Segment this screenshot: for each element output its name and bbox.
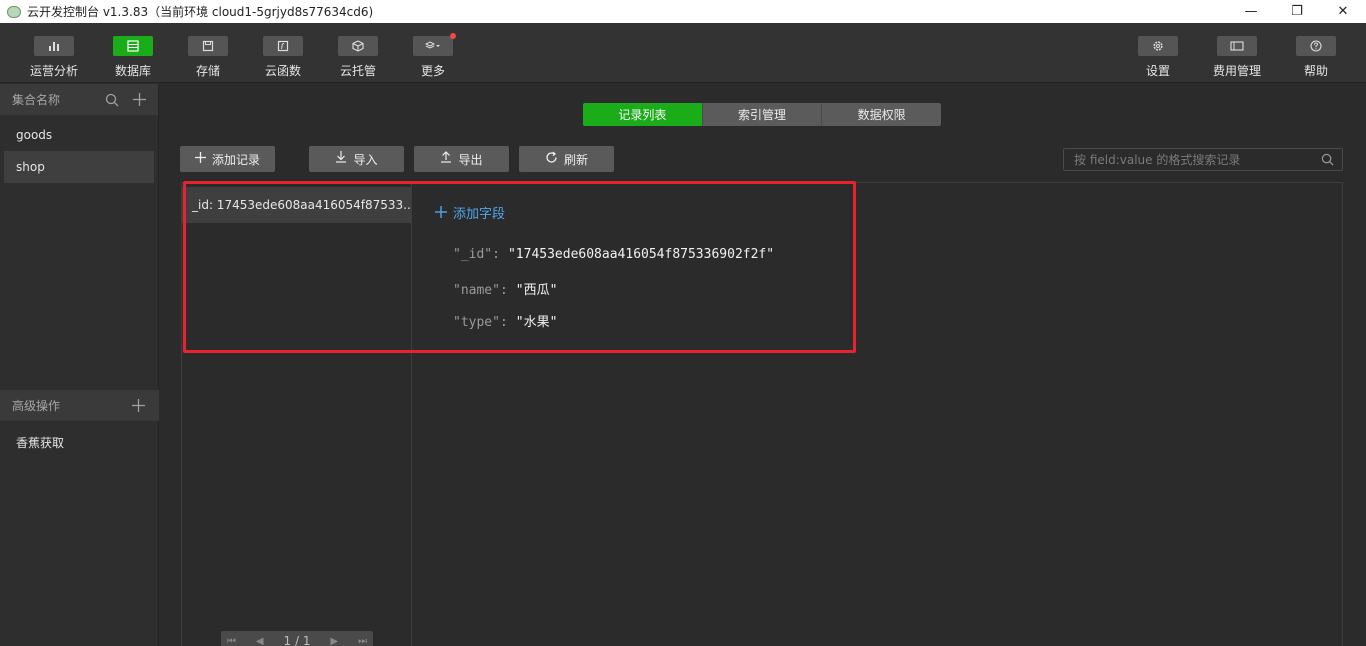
field-key: "type"	[453, 315, 500, 330]
toolbar-settings-label: 设置	[1145, 64, 1170, 78]
field-row-id[interactable]: "_id": "17453ede608aa416054f875336902f2f"	[453, 247, 774, 262]
database-icon	[113, 36, 153, 56]
toolbar-functions-label: 云函数	[264, 64, 301, 78]
add-record-button[interactable]: 添加记录	[180, 146, 275, 172]
refresh-icon	[545, 151, 558, 168]
download-icon	[335, 151, 347, 167]
gear-icon	[1138, 36, 1178, 56]
toolbar-storage[interactable]: 存储	[173, 36, 243, 79]
tab-indexes[interactable]: 索引管理	[702, 103, 823, 126]
toolbar-billing[interactable]: 费用管理	[1202, 36, 1272, 79]
tab-permissions[interactable]: 数据权限	[822, 103, 941, 126]
close-icon[interactable]: ✕	[1320, 0, 1366, 23]
app-logo-icon	[7, 5, 21, 18]
import-button[interactable]: 导入	[309, 146, 404, 172]
advanced-header-label: 高级操作	[12, 399, 61, 413]
toolbar-settings[interactable]: 设置	[1123, 36, 1193, 79]
main-toolbar: 运营分析 数据库 存储 云函数 云托管 更多 设置 费用管理 帮助	[0, 23, 1366, 83]
toolbar-storage-label: 存储	[195, 64, 220, 78]
search-icon[interactable]	[105, 93, 119, 107]
add-field-label: 添加字段	[453, 207, 506, 222]
import-label: 导入	[353, 152, 378, 167]
refresh-label: 刷新	[563, 152, 588, 167]
layers-icon	[413, 33, 456, 56]
page-indicator[interactable]: 1 / 1	[284, 634, 311, 646]
field-key: "name"	[453, 283, 500, 298]
first-page-icon[interactable]: ⏮	[227, 636, 236, 646]
help-icon	[1296, 36, 1336, 56]
field-key: "_id"	[453, 247, 493, 262]
toolbar-help-label: 帮助	[1303, 64, 1328, 78]
add-record-label: 添加记录	[211, 152, 260, 167]
search-icon[interactable]	[1321, 153, 1334, 166]
record-search	[1063, 148, 1343, 171]
toolbar-database[interactable]: 数据库	[98, 36, 168, 79]
card-icon	[1217, 36, 1257, 56]
plus-icon	[194, 151, 206, 167]
field-row-name[interactable]: "name": "西瓜"	[453, 279, 557, 298]
record-list: _id: 17453ede608aa416054f87533... ⏮ ◀ 1 …	[182, 183, 412, 646]
export-button[interactable]: 导出	[414, 146, 509, 172]
toolbar-functions[interactable]: 云函数	[248, 36, 318, 79]
record-pager: ⏮ ◀ 1 / 1 ▶ ⏭	[221, 631, 373, 646]
field-colon: :	[492, 247, 500, 262]
collection-item-label: shop	[16, 160, 45, 174]
window-title: 云开发控制台 v1.3.83（当前环境 cloud1-5grjyd8s77634…	[27, 5, 374, 19]
add-advanced-icon[interactable]	[132, 390, 145, 421]
window-controls: — ❐ ✕	[1228, 0, 1366, 23]
field-value: "西瓜"	[515, 283, 558, 298]
add-field-button[interactable]: 添加字段	[435, 203, 505, 222]
plus-icon	[435, 205, 447, 221]
title-bar: 云开发控制台 v1.3.83（当前环境 cloud1-5grjyd8s77634…	[0, 0, 1366, 23]
collection-item-label: goods	[16, 128, 53, 142]
toolbar-more[interactable]: 更多	[398, 33, 468, 79]
cube-icon	[338, 36, 378, 56]
toolbar-hosting[interactable]: 云托管	[323, 36, 393, 79]
toolbar-billing-label: 费用管理	[1212, 64, 1261, 78]
bar-chart-icon	[34, 36, 74, 56]
collection-item-shop[interactable]: shop	[4, 151, 154, 183]
field-row-type[interactable]: "type": "水果"	[453, 311, 557, 330]
last-page-icon[interactable]: ⏭	[358, 636, 367, 646]
field-colon: :	[499, 315, 508, 330]
toolbar-help[interactable]: 帮助	[1281, 36, 1351, 79]
collection-item-goods[interactable]: goods	[4, 119, 154, 151]
prev-page-icon[interactable]: ◀	[256, 636, 264, 646]
collection-sidebar: 集合名称 goods shop 高级操作 香蕉获取	[0, 84, 159, 646]
upload-icon	[440, 151, 452, 167]
next-page-icon[interactable]: ▶	[330, 636, 338, 646]
collection-header: 集合名称	[0, 84, 158, 115]
toolbar-analytics-label: 运营分析	[29, 64, 78, 78]
collection-header-label: 集合名称	[12, 93, 61, 107]
toolbar-more-label: 更多	[420, 64, 445, 78]
toolbar-hosting-label: 云托管	[339, 64, 376, 78]
field-value: "水果"	[515, 315, 558, 330]
record-search-input[interactable]	[1074, 152, 1314, 167]
tab-records[interactable]: 记录列表	[583, 103, 703, 126]
record-content: _id: 17453ede608aa416054f87533... ⏮ ◀ 1 …	[181, 182, 1343, 646]
advanced-item-banana[interactable]: 香蕉获取	[16, 434, 64, 451]
function-icon	[263, 36, 303, 56]
field-value: "17453ede608aa416054f875336902f2f"	[507, 247, 775, 262]
advanced-header: 高级操作	[0, 390, 159, 421]
toolbar-analytics[interactable]: 运营分析	[19, 36, 89, 79]
database-tabs: 记录列表 索引管理 数据权限	[583, 103, 941, 126]
minimize-icon[interactable]: —	[1228, 0, 1274, 23]
record-list-item[interactable]: _id: 17453ede608aa416054f87533...	[182, 187, 411, 223]
add-collection-icon[interactable]	[133, 93, 146, 106]
notification-dot	[450, 33, 456, 39]
field-colon: :	[499, 283, 508, 298]
restore-icon[interactable]: ❐	[1274, 0, 1320, 23]
storage-icon	[188, 36, 228, 56]
export-label: 导出	[458, 152, 483, 167]
refresh-button[interactable]: 刷新	[519, 146, 614, 172]
toolbar-database-label: 数据库	[114, 64, 151, 78]
